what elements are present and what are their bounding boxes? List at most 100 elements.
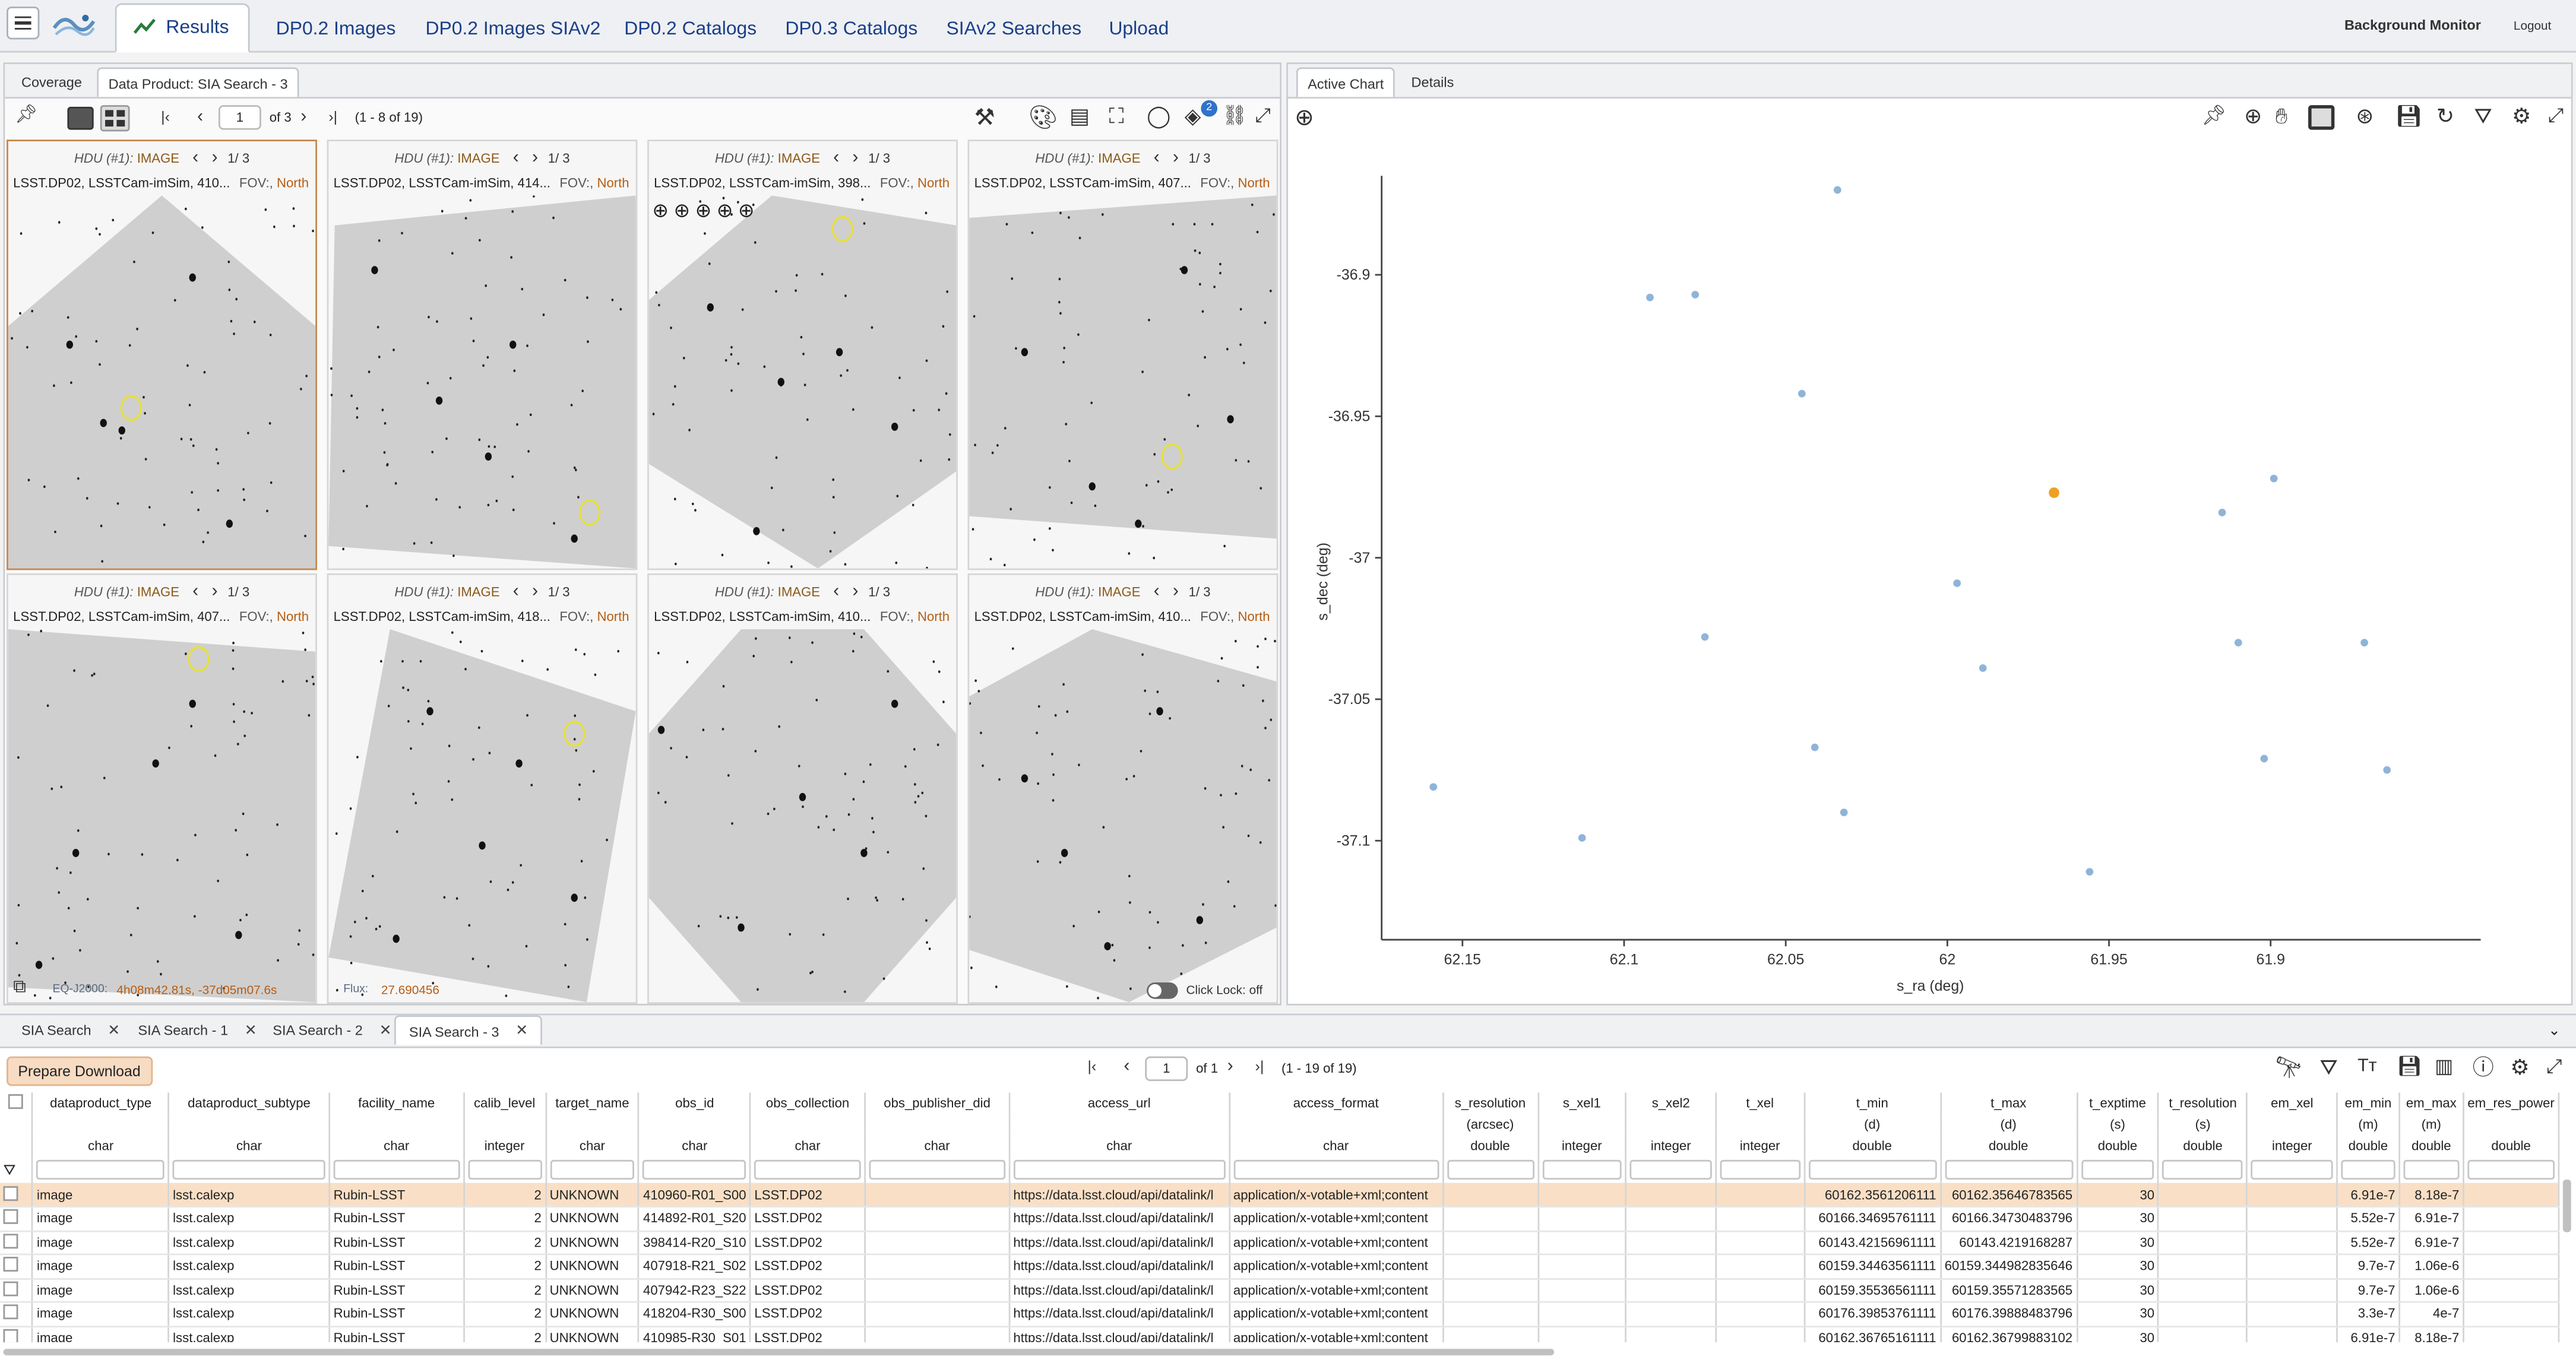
column-header[interactable]: t_exptime [2077, 1092, 2160, 1114]
column-header[interactable]: t_xel [1716, 1092, 1805, 1114]
add-chart-icon[interactable]: ⊕ [1295, 105, 1314, 128]
image-tile[interactable]: HDU (#1): IMAGE ‹ › 1/ 3 LSST.DP02, LSSTCam-… [647, 573, 958, 1004]
scatter-point[interactable] [1691, 290, 1700, 299]
image-view[interactable] [648, 195, 957, 569]
column-filter-input[interactable] [37, 1159, 165, 1180]
tab-sia-search-1[interactable]: SIA Search - 1 ✕ [125, 1015, 270, 1045]
close-icon[interactable]: ✕ [107, 1021, 120, 1039]
click-lock-toggle[interactable] [1147, 982, 1178, 999]
row-checkbox[interactable] [0, 1206, 34, 1232]
image-tile[interactable]: HDU (#1): IMAGE ‹ › 1/ 3 LSST.DP02, LSSTCam-… [7, 573, 317, 1004]
close-icon[interactable]: ✕ [515, 1022, 528, 1039]
select-all-checkbox[interactable] [0, 1092, 34, 1114]
expand-icon[interactable]: ⤢ [2546, 1057, 2562, 1076]
row-checkbox[interactable] [0, 1326, 34, 1343]
chevron-left-icon[interactable]: ‹ [1154, 582, 1160, 601]
filter-icon[interactable]: ⛛ [2474, 105, 2492, 126]
scatter-point[interactable] [1840, 809, 1848, 816]
column-filter-input[interactable] [1944, 1159, 2073, 1180]
column-header[interactable]: facility_name [329, 1092, 464, 1114]
filter-icon[interactable]: ⛛ [2319, 1057, 2337, 1078]
color-palette-icon[interactable]: 🎨︎ [1028, 105, 1058, 128]
zoom-in-icon[interactable]: ⊕ [652, 199, 673, 222]
table-row[interactable]: image lsst.calexp Rubin-LSST 2 UNKNOWN 407942… [0, 1278, 2560, 1303]
image-view[interactable] [328, 629, 636, 1003]
first-page-icon[interactable]: |‹ [1087, 1059, 1096, 1074]
expand-icon[interactable]: ⤢ [2548, 105, 2564, 125]
layers-icon[interactable]: ◈ [1185, 105, 1201, 126]
row-checkbox[interactable] [0, 1278, 34, 1303]
column-filter-input[interactable] [2251, 1159, 2333, 1180]
column-filter-input[interactable] [2341, 1159, 2395, 1180]
prepare-download-button[interactable]: Prepare Download [7, 1056, 153, 1086]
column-header[interactable]: t_resolution [2159, 1092, 2248, 1114]
tab-dp03-catalogs[interactable]: DP0.3 Catalogs [767, 4, 936, 53]
scatter-point[interactable] [1811, 743, 1819, 752]
table-row[interactable]: image lsst.calexp Rubin-LSST 2 UNKNOWN 414892… [0, 1206, 2560, 1232]
row-checkbox[interactable] [0, 1230, 34, 1255]
add-column-icon[interactable]: ▥ [2435, 1057, 2453, 1076]
column-filter-input[interactable] [1720, 1159, 1800, 1180]
chevron-left-icon[interactable]: ‹ [833, 582, 839, 601]
tab-coverage[interactable]: Coverage [11, 67, 91, 97]
zoom-out-icon[interactable]: ⊕ [673, 199, 695, 222]
chevron-right-icon[interactable]: › [211, 148, 217, 167]
tab-results[interactable]: Results [115, 3, 250, 53]
column-filter-input[interactable] [2403, 1159, 2460, 1180]
scatter-point[interactable] [2086, 868, 2094, 876]
chevron-left-icon[interactable]: ‹ [192, 148, 198, 167]
hamburger-menu-button[interactable] [7, 7, 40, 40]
scatter-point[interactable] [2360, 639, 2368, 646]
restore-icon[interactable]: ↻ [2436, 105, 2454, 126]
scatter-point[interactable] [2383, 766, 2391, 774]
column-filter-input[interactable] [1808, 1159, 1936, 1180]
image-view[interactable] [969, 629, 1277, 1003]
column-header[interactable]: obs_collection [750, 1092, 866, 1114]
close-icon[interactable]: ✕ [245, 1021, 257, 1039]
horizontal-scrollbar[interactable] [3, 1349, 1555, 1356]
tab-siav2-searches[interactable]: SIAv2 Searches [928, 4, 1099, 53]
reset-zoom-icon[interactable]: ⊛ [2356, 105, 2374, 126]
tab-data-product[interactable]: Data Product: SIA Search - 3 [97, 67, 299, 97]
table-row[interactable]: image lsst.calexp Rubin-LSST 2 UNKNOWN 418204… [0, 1302, 2560, 1327]
column-header[interactable]: s_xel1 [1537, 1092, 1627, 1114]
crop-icon[interactable]: ⛶ [1109, 105, 1124, 126]
column-filter-input[interactable] [2467, 1159, 2555, 1180]
column-filter-input[interactable] [549, 1159, 635, 1180]
column-filter-input[interactable] [754, 1159, 861, 1180]
scatter-point[interactable] [1578, 834, 1586, 842]
image-stretch-icon[interactable]: ▤ [1069, 105, 1090, 126]
last-page-icon[interactable]: ›| [328, 109, 337, 125]
column-filter-input[interactable] [869, 1159, 1005, 1180]
scatter-point[interactable] [1701, 633, 1709, 641]
column-filter-input[interactable] [1542, 1159, 1622, 1180]
scatter-point[interactable] [1646, 293, 1654, 302]
prev-page-icon[interactable]: ‹ [1124, 1057, 1129, 1076]
column-filter-input[interactable] [333, 1159, 460, 1180]
info-icon[interactable]: ⓘ [2473, 1057, 2494, 1078]
image-tile[interactable]: HDU (#1): IMAGE ‹ › 1/ 3 LSST.DP02, LSSTCam-… [327, 573, 638, 1004]
filter-icon[interactable]: ⛛ [0, 1156, 34, 1183]
image-view[interactable] [969, 195, 1277, 568]
table-page-input[interactable]: 1 [1145, 1056, 1188, 1082]
column-header[interactable]: target_name [545, 1092, 640, 1114]
row-checkbox[interactable] [0, 1302, 34, 1327]
image-view[interactable] [8, 195, 316, 569]
tab-sia-search[interactable]: SIA Search ✕ [8, 1015, 133, 1045]
highlighted-point[interactable] [2049, 487, 2059, 498]
column-header[interactable]: t_max [1940, 1092, 2078, 1114]
background-monitor-link[interactable]: Background Monitor [2344, 17, 2481, 33]
column-header[interactable]: s_xel2 [1626, 1092, 1717, 1114]
column-header[interactable]: dataproduct_type [33, 1092, 170, 1114]
save-icon[interactable]: 💾︎ [2397, 1057, 2422, 1076]
scatter-point[interactable] [2260, 754, 2268, 763]
column-filter-input[interactable] [1233, 1159, 1439, 1180]
text-view-icon[interactable]: Tт [2357, 1057, 2377, 1076]
column-filter-input[interactable] [2080, 1159, 2155, 1180]
image-tile[interactable]: HDU (#1): IMAGE ‹ › 1/ 3 LSST.DP02, LSSTCam-… [327, 139, 638, 570]
chevron-right-icon[interactable]: › [532, 582, 538, 601]
first-page-icon[interactable]: |‹ [161, 109, 170, 125]
chevron-left-icon[interactable]: ‹ [833, 148, 839, 167]
pin-icon[interactable]: 📌︎ [2201, 105, 2226, 125]
chevron-right-icon[interactable]: › [1173, 582, 1179, 601]
